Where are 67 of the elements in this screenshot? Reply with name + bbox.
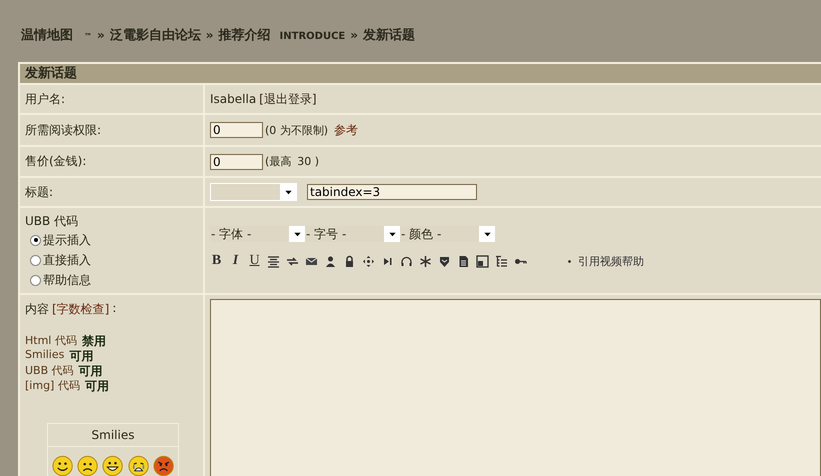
field-label: 内容 <box>25 301 49 318</box>
feature-status: 可用 <box>69 348 94 363</box>
word-count-link[interactable]: [字数检查] <box>52 301 110 318</box>
headphones-icon <box>400 254 413 268</box>
breadcrumb-link[interactable]: 泛電影自由论坛 <box>110 26 201 44</box>
trademark-mark: ™ <box>84 32 92 41</box>
radio-button[interactable] <box>30 234 41 246</box>
breadcrumb-link[interactable]: 温情地图 <box>21 26 73 44</box>
breadcrumb-subtitle: INTRODUCE <box>280 31 346 42</box>
logout-link[interactable]: [退出登录] <box>259 90 317 108</box>
field-label: 用户名: <box>25 90 66 108</box>
align-lines-icon <box>267 254 280 268</box>
feature-status: 禁用 <box>82 333 106 348</box>
format-select[interactable]: - 颜色 - <box>400 226 495 242</box>
bullet-icon <box>566 258 573 264</box>
colon-text: : <box>112 301 116 317</box>
image-frame-icon <box>476 254 489 268</box>
four-arrows-icon <box>362 254 375 268</box>
field-label: 售价(金钱): <box>25 153 88 170</box>
smilies-title: Smilies <box>48 424 178 447</box>
hint-text: (0 为不限制) <box>265 122 328 138</box>
price-input[interactable]: 0 <box>210 154 263 170</box>
field-label: 所需阅读权限: <box>25 122 102 138</box>
breadcrumb-separator: » <box>206 28 214 42</box>
field-label: 标题: <box>25 184 54 200</box>
feature-name: [img] 代码 <box>25 378 80 393</box>
radio-option[interactable]: 提示插入 <box>30 230 203 250</box>
format-select[interactable]: - 字体 - <box>210 226 305 242</box>
bold-button[interactable]: B <box>210 252 223 270</box>
angry-face-icon[interactable] <box>152 455 174 476</box>
panel-title: 发新话题 <box>20 64 821 85</box>
person-icon <box>324 254 337 268</box>
feature-name: UBB 代码 <box>25 363 74 378</box>
breadcrumb-link[interactable]: 推荐介绍 <box>218 26 271 44</box>
radio-button[interactable] <box>30 274 41 286</box>
document-icon <box>457 254 470 268</box>
username: Isabella <box>210 92 256 106</box>
grinning-face-icon[interactable] <box>102 455 124 476</box>
max-price-text: 30 ) <box>297 155 320 168</box>
crying-face-icon[interactable] <box>128 455 149 476</box>
format-select[interactable]: - 字号 - <box>305 226 400 242</box>
feature-status: 可用 <box>78 363 103 378</box>
reference-link[interactable]: 参考 <box>334 122 358 138</box>
smiling-face-icon[interactable] <box>52 455 74 476</box>
feature-name: Smilies <box>25 348 64 363</box>
italic-button[interactable]: I <box>229 252 242 270</box>
video-help-link[interactable]: 引用视频帮助 <box>578 254 644 268</box>
breadcrumb-separator: » <box>350 28 358 42</box>
subject-input[interactable]: tabindex=3 <box>307 184 477 200</box>
shield-icon <box>438 254 451 268</box>
swap-arrows-icon <box>286 254 299 268</box>
envelope-icon <box>305 254 318 268</box>
underline-button[interactable]: U <box>248 252 261 270</box>
radio-option[interactable]: 帮助信息 <box>30 270 203 290</box>
feature-status: 可用 <box>84 378 109 393</box>
frowning-face-icon[interactable] <box>77 455 98 476</box>
radio-button[interactable] <box>30 254 41 266</box>
hint-text: (最高 <box>265 154 292 169</box>
feature-name: Html 代码 <box>25 333 77 348</box>
permission-input[interactable]: 0 <box>210 122 263 138</box>
radio-option[interactable]: 直接插入 <box>30 250 203 270</box>
breadcrumb-separator: » <box>97 28 105 42</box>
asterisk-icon <box>419 254 432 268</box>
breadcrumb-link[interactable]: 发新话题 <box>363 26 415 44</box>
field-label: UBB 代码 <box>25 213 80 230</box>
lock-icon <box>343 254 356 268</box>
tree-list-icon <box>495 254 508 268</box>
